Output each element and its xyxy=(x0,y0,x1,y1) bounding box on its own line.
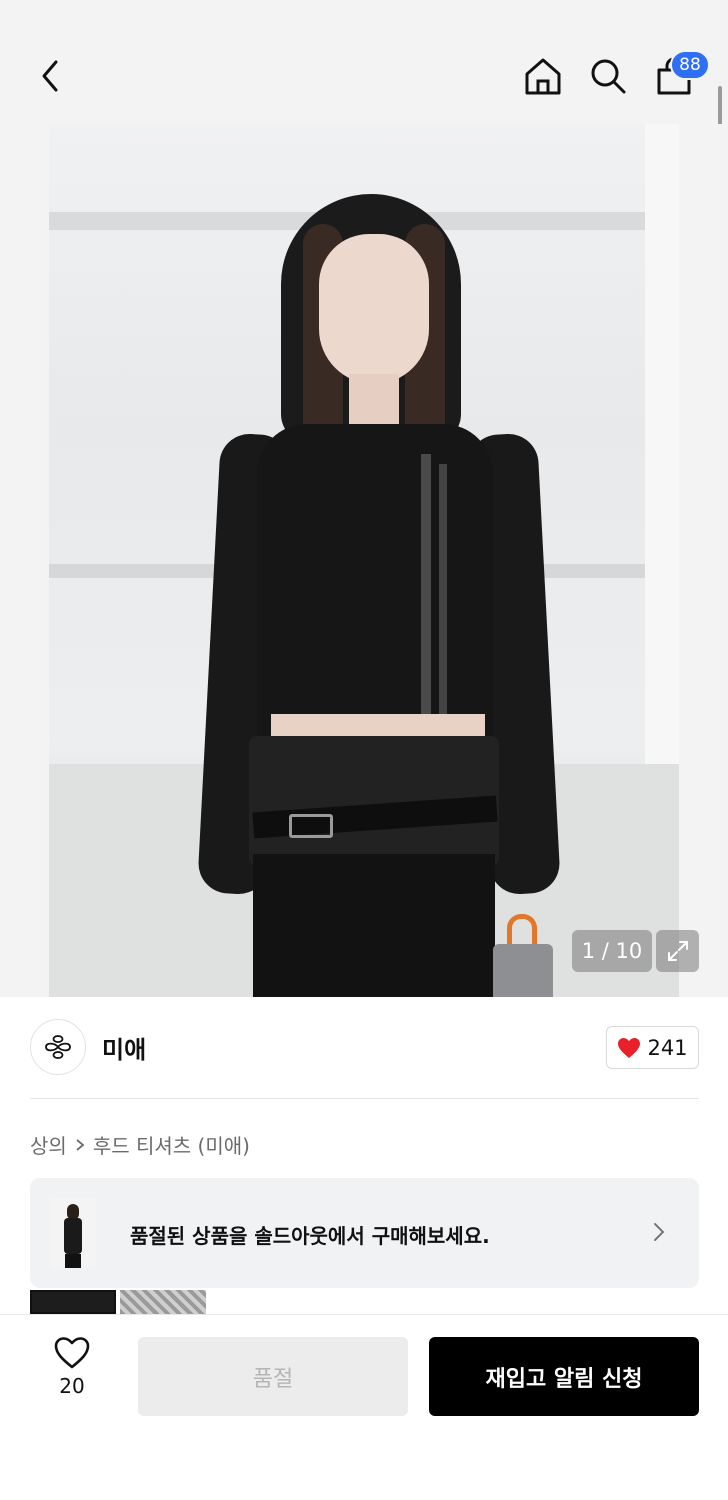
wishlist-button[interactable]: 20 xyxy=(40,1336,104,1406)
chevron-right-icon xyxy=(654,1223,665,1241)
cart-count-badge: 88 xyxy=(670,50,710,80)
expand-icon xyxy=(667,941,688,961)
expand-image-button[interactable] xyxy=(656,930,699,972)
soldout-marketplace-banner[interactable]: 품절된 상품을 솔드아웃에서 구매해보세요. xyxy=(30,1178,699,1288)
section-divider xyxy=(30,1098,699,1099)
image-counter: 1 / 10 xyxy=(572,930,652,972)
chevron-left-icon xyxy=(42,60,58,92)
thumbnail-item[interactable] xyxy=(30,1290,116,1314)
restock-alert-button[interactable]: 재입고 알림 신청 xyxy=(429,1337,699,1416)
product-image-gallery[interactable] xyxy=(0,124,728,997)
search-icon xyxy=(591,59,626,94)
thumbnail-item[interactable] xyxy=(120,1290,206,1314)
breadcrumb: 상의 후드 티셔츠 (미애) xyxy=(30,1130,250,1159)
heart-outline-icon xyxy=(54,1337,90,1369)
brand-emblem-icon xyxy=(45,1035,71,1059)
banner-product-thumbnail xyxy=(50,1198,96,1268)
brand-logo[interactable] xyxy=(30,1019,86,1075)
breadcrumb-subcategory[interactable]: 후드 티셔츠 (미애) xyxy=(93,1130,250,1159)
breadcrumb-category[interactable]: 상의 xyxy=(30,1130,67,1159)
heart-filled-icon xyxy=(618,1037,641,1058)
home-button[interactable] xyxy=(519,52,567,100)
chevron-right-icon xyxy=(76,1138,85,1151)
back-button[interactable] xyxy=(28,52,76,100)
thumbnail-strip xyxy=(30,1290,206,1314)
banner-text: 품절된 상품을 솔드아웃에서 구매해보세요. xyxy=(130,1224,490,1248)
home-icon xyxy=(525,58,561,95)
wishlist-count: 20 xyxy=(59,1374,85,1398)
search-button[interactable] xyxy=(584,52,632,100)
product-photo[interactable] xyxy=(49,124,679,997)
brand-name[interactable]: 미애 xyxy=(102,1030,146,1065)
brand-like-count: 241 xyxy=(647,1035,688,1060)
soldout-button: 품절 xyxy=(138,1337,408,1416)
brand-like-button[interactable]: 241 xyxy=(606,1026,699,1069)
